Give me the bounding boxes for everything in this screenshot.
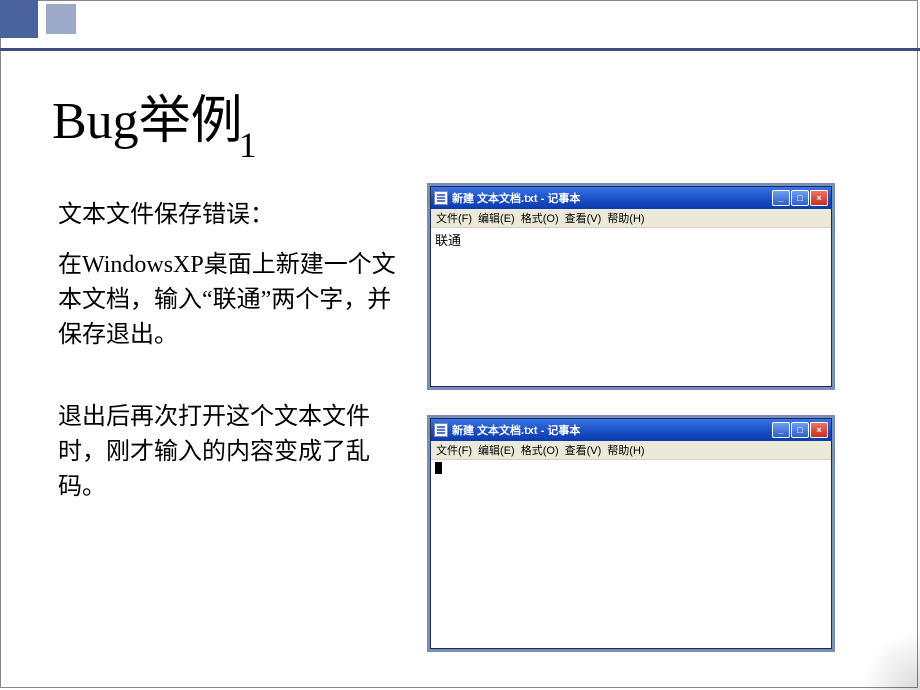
- title-main: Bug举例: [52, 93, 243, 150]
- body-paragraph-2: 退出后再次打开这个文本文件时，刚才输入的内容变成了乱码。: [58, 400, 406, 504]
- window-title: 新建 文本文档.txt - 记事本: [452, 422, 772, 438]
- slide-title: Bug举例1: [52, 78, 261, 158]
- minimize-button[interactable]: _: [772, 422, 790, 438]
- menu-help[interactable]: 帮助(H): [604, 441, 647, 459]
- menu-edit[interactable]: 编辑(E): [475, 441, 518, 459]
- decoration-line: [0, 48, 920, 51]
- menu-format[interactable]: 格式(O): [518, 441, 562, 459]
- menu-file[interactable]: 文件(F): [433, 209, 475, 227]
- menu-view[interactable]: 查看(V): [562, 441, 605, 459]
- menubar: 文件(F) 编辑(E) 格式(O) 查看(V) 帮助(H): [431, 441, 831, 460]
- deco-square-large: [0, 0, 38, 38]
- titlebar[interactable]: 新建 文本文档.txt - 记事本 _ □ ×: [431, 187, 831, 209]
- deco-square-small: [46, 4, 76, 34]
- menu-file[interactable]: 文件(F): [433, 441, 475, 459]
- window-buttons: _ □ ×: [772, 422, 828, 438]
- menu-format[interactable]: 格式(O): [518, 209, 562, 227]
- menu-edit[interactable]: 编辑(E): [475, 209, 518, 227]
- menubar: 文件(F) 编辑(E) 格式(O) 查看(V) 帮助(H): [431, 209, 831, 228]
- garbled-text-icon: [435, 462, 442, 474]
- close-button[interactable]: ×: [810, 422, 828, 438]
- notepad-window-after: 新建 文本文档.txt - 记事本 _ □ × 文件(F) 编辑(E) 格式(O…: [430, 418, 832, 649]
- window-buttons: _ □ ×: [772, 190, 828, 206]
- maximize-button[interactable]: □: [791, 422, 809, 438]
- titlebar[interactable]: 新建 文本文档.txt - 记事本 _ □ ×: [431, 419, 831, 441]
- notepad-window-before: 新建 文本文档.txt - 记事本 _ □ × 文件(F) 编辑(E) 格式(O…: [430, 186, 832, 387]
- minimize-button[interactable]: _: [772, 190, 790, 206]
- notepad-icon: [434, 423, 448, 437]
- menu-view[interactable]: 查看(V): [562, 209, 605, 227]
- window-title: 新建 文本文档.txt - 记事本: [452, 190, 772, 206]
- maximize-button[interactable]: □: [791, 190, 809, 206]
- text-area[interactable]: [431, 460, 831, 648]
- decoration-squares: [0, 0, 76, 38]
- body-paragraph-1: 在WindowsXP桌面上新建一个文本文档，输入“联通”两个字，并保存退出。: [58, 248, 406, 352]
- page-corner-shadow: [850, 620, 920, 690]
- notepad-icon: [434, 191, 448, 205]
- menu-help[interactable]: 帮助(H): [604, 209, 647, 227]
- body-heading: 文本文件保存错误：: [58, 198, 406, 233]
- text-content: 联通: [435, 234, 461, 249]
- title-subscript: 1: [239, 125, 257, 165]
- close-button[interactable]: ×: [810, 190, 828, 206]
- text-area[interactable]: 联通: [431, 228, 831, 386]
